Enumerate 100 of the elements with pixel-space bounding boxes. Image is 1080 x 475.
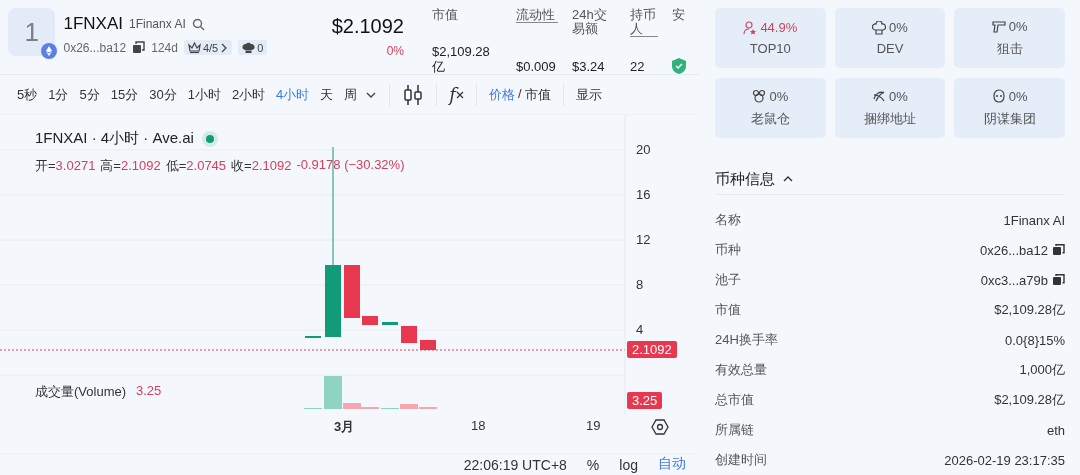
info-value: 0x26...ba12 [980,242,1048,258]
candle [362,315,378,326]
holder-stat-card[interactable]: 0% 捆绑地址 [834,78,946,138]
interval-tab[interactable]: 5秒 [14,85,46,104]
holder-percentage: 0% [769,88,789,104]
ohlc-value: 收=2.1092 [231,157,292,175]
interval-tab[interactable]: 30分 [146,85,185,104]
info-value: 0.0{8}15% [1005,332,1065,348]
axis-label: 4 [636,322,644,337]
info-label: 币种 [715,241,741,259]
holder-stat-label: 狙击 [996,39,1023,58]
chef-hat-icon [872,20,887,35]
pistol-icon [991,19,1006,33]
info-label: 24H换手率 [715,331,778,349]
token-age: 124d [151,40,178,55]
interval-tab[interactable]: 2小时 [228,85,274,104]
holder-stat-label: TOP10 [749,41,791,56]
candle [420,339,436,351]
person-star-icon [743,20,758,35]
ohlc-value: 开=3.0271 [35,157,96,175]
info-label: 有效总量 [715,361,767,379]
formula-button[interactable]: f [449,84,464,105]
mouse-icon [752,89,767,103]
token-symbol: 1FNXAI [63,14,123,34]
candle [382,321,398,326]
ohlc-value: 低=2.0745 [165,157,227,175]
chevron-up-icon[interactable] [783,174,793,184]
axis-label: 3月 [334,418,355,436]
axis-label: 12 [636,232,651,247]
info-value: $2,109.28亿 [994,391,1065,409]
info-value: $2,109.28亿 [994,301,1065,319]
axis-label: 20 [636,142,651,157]
info-label: 市值 [715,301,741,319]
price-toggle-option[interactable]: 市值 [524,85,551,104]
auto-scale-button[interactable]: 自动 [658,455,686,473]
candle [305,335,321,338]
slash-divider: / [518,85,522,103]
stat-value: 22 [630,59,646,74]
volume-value: 3.25 [136,383,162,400]
info-label: 名称 [715,211,741,229]
stat-label: 市值 [432,8,459,22]
chart-title: 1FNXAI · 4小时 · Ave.ai [35,129,194,148]
interval-tab[interactable]: 周 [341,85,366,104]
axis-label: 16 [636,187,651,202]
stat-label: 持币人 [630,8,658,37]
holder-percentage: 0% [889,88,908,104]
contract-address: 0x26...ba12 [63,40,127,55]
holder-stat-label: 老鼠仓 [750,109,790,128]
holder-percentage: 0% [1008,18,1028,34]
interval-tab[interactable]: 15分 [107,85,147,104]
volume-tag: 3.25 [627,392,663,409]
rating-badge[interactable]: 4/5 [183,40,233,55]
chevron-right-icon [220,42,229,53]
holder-stat-card[interactable]: 0% 狙击 [954,8,1065,68]
holder-stat-label: DEV [876,41,904,56]
stat-label: 24h交易额 [572,8,608,36]
info-label: 所属链 [715,421,754,439]
interval-tab[interactable]: 1分 [45,85,77,104]
info-label: 总市值 [715,391,754,409]
chef-badge[interactable]: 0 [238,40,268,55]
holder-stat-label: 阴谋集团 [983,109,1036,128]
copy-icon[interactable] [1053,244,1065,256]
info-label: 创建时间 [715,451,767,469]
copy-icon[interactable] [1053,274,1065,286]
holder-stat-card[interactable]: 0% 阴谋集团 [954,78,1065,138]
info-value: 1,000亿 [1019,361,1065,379]
interval-tab[interactable]: 4小时 [273,85,318,104]
axis-label: 8 [636,277,644,292]
display-button[interactable]: 显示 [575,85,602,104]
price-toggle-option[interactable]: 价格 [489,85,515,104]
search-icon[interactable] [191,17,205,31]
stat-label: 流动性 [516,8,558,23]
stat-value: $2,109.28亿 [432,44,491,74]
token-price: $2.1092 [331,15,404,38]
info-label: 池子 [715,271,741,289]
interval-tab[interactable]: 1小时 [184,85,229,104]
axis-label: 18 [471,418,486,433]
log-scale-button[interactable]: log [619,457,638,473]
interval-tab[interactable]: 天 [317,85,342,104]
interval-tab[interactable]: 5分 [76,85,108,104]
info-value: eth [1046,422,1065,438]
price-tag: 2.1092 [627,341,677,358]
status-dot-icon [201,130,218,147]
holder-stat-card[interactable]: 0% 老鼠仓 [715,78,826,138]
token-name: 1Finanx AI [129,17,186,31]
chef-hat-icon [242,41,256,54]
copy-icon[interactable] [132,41,146,54]
mask-icon [991,89,1006,103]
holder-stat-card[interactable]: 0% DEV [834,8,946,68]
info-value: 0xc3...a79b [980,272,1048,288]
candle [401,325,417,344]
stat-label: 安 [672,8,686,22]
timezone-clock: 22:06:19 UTC+8 [463,457,567,473]
settings-icon[interactable] [651,418,669,436]
percent-scale-button[interactable]: % [586,457,600,473]
crown-icon [187,41,201,54]
holder-stat-card[interactable]: 44.9% TOP10 [715,8,826,68]
candlestick-icon[interactable] [402,83,425,106]
tangle-icon [872,89,887,103]
section-title: 币种信息 [715,169,775,189]
